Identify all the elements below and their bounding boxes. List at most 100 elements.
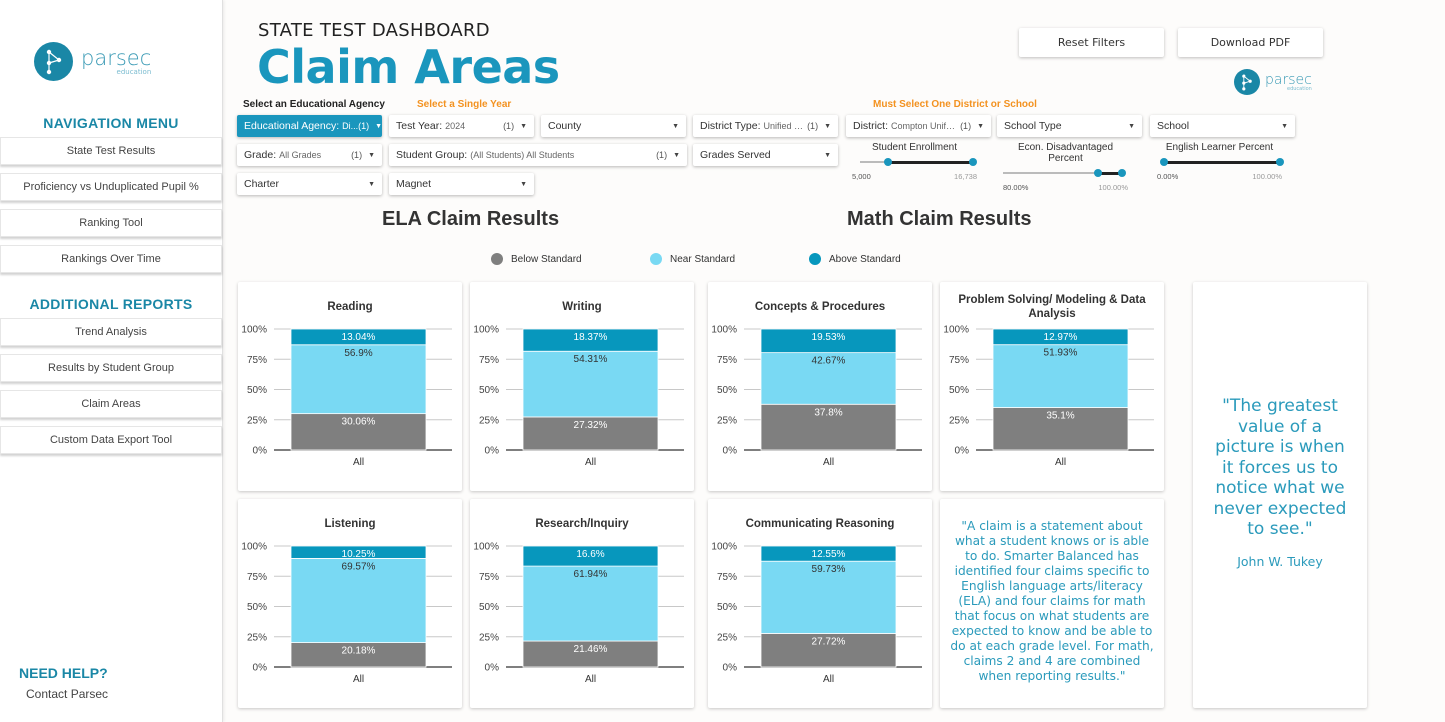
data-label: 42.67% — [812, 356, 846, 367]
dropdown-value: Compton Unified — [891, 121, 957, 131]
dropdown-name: County — [548, 120, 582, 132]
data-label: 12.55% — [812, 549, 846, 560]
y-tick-label: 25% — [247, 415, 267, 426]
slider-high-handle[interactable] — [1118, 168, 1126, 177]
x-tick-label: All — [353, 674, 364, 685]
caret-down-icon: ▼ — [375, 122, 382, 130]
contact-parsec-link[interactable]: Contact Parsec — [26, 687, 108, 701]
dropdown-count: (1) — [656, 150, 668, 160]
slider-low-handle[interactable] — [1160, 157, 1168, 166]
y-tick-label: 25% — [479, 632, 499, 643]
y-tick-label: 100% — [241, 325, 267, 336]
data-label: 27.32% — [574, 420, 608, 431]
dropdown-count: (1) — [807, 121, 819, 131]
grade-dropdown[interactable]: Grade: All Grades (1) ▼ — [237, 144, 382, 166]
y-tick-label: 100% — [241, 542, 267, 553]
slider-track[interactable] — [1003, 168, 1126, 177]
slider-track[interactable] — [860, 157, 977, 166]
student-enrollment-slider[interactable]: Student Enrollment 5,000 16,738 — [852, 142, 977, 181]
y-tick-label: 50% — [479, 602, 499, 613]
data-label: 54.31% — [574, 354, 608, 365]
parsec-logo-word: parsec — [81, 45, 152, 70]
stacked-bar-chart: Reading 0% 25% 50% 75% 100% 30.06% 56.9% 13.04% A… — [241, 301, 452, 468]
school-dropdown[interactable]: School ▼ — [1150, 115, 1295, 137]
educational-agency-dropdown[interactable]: Educational Agency: Di... (1) ▼ — [237, 115, 382, 137]
stacked-bar-chart: Listening 0% 25% 50% 75% 100% 20.18% 69.57%10.2… — [241, 518, 452, 685]
nav-claim-areas[interactable]: Claim Areas — [0, 390, 222, 418]
quote-text: "The greatest value of a picture is when… — [1213, 396, 1347, 539]
y-tick-label: 75% — [247, 355, 267, 366]
chart-title: Listening — [324, 518, 375, 530]
parsec-logo-word: parsec — [1265, 71, 1312, 88]
county-dropdown[interactable]: County ▼ — [541, 115, 686, 137]
dropdown-value: 2024 — [445, 121, 466, 131]
nav-custom-data-export-tool[interactable]: Custom Data Export Tool — [0, 426, 222, 454]
nav-proficiency-vs-unduplicated[interactable]: Proficiency vs Unduplicated Pupil % — [0, 173, 222, 201]
nav-ranking-tool[interactable]: Ranking Tool — [0, 209, 222, 237]
y-tick-label: 75% — [479, 572, 499, 583]
reset-filters-button[interactable]: Reset Filters — [1019, 28, 1164, 57]
parsec-logo[interactable]: parsec education — [34, 42, 151, 81]
chart-title: Writing — [562, 301, 601, 313]
legend-near-standard: Near Standard — [650, 253, 735, 265]
slider-max-value: 16,738 — [954, 172, 977, 181]
nav-results-by-student-group[interactable]: Results by Student Group — [0, 354, 222, 382]
caret-down-icon: ▼ — [1128, 122, 1135, 130]
grades-served-dropdown[interactable]: Grades Served ▼ — [693, 144, 838, 166]
district-dropdown[interactable]: District: Compton Unified (1) ▼ — [846, 115, 991, 137]
district-type-dropdown[interactable]: District Type:Unified Sc...(1)▼ — [693, 115, 838, 137]
dropdown-name: Charter — [244, 178, 280, 190]
caret-down-icon: ▼ — [368, 151, 375, 159]
dropdown-name: School — [1157, 120, 1190, 132]
y-tick-label: 100% — [943, 325, 969, 336]
nav-state-test-results[interactable]: State Test Results — [0, 137, 222, 165]
magnet-dropdown[interactable]: Magnet ▼ — [389, 173, 534, 195]
slider-fill — [1164, 160, 1280, 164]
x-tick-label: All — [353, 457, 364, 468]
y-tick-label: 100% — [473, 325, 499, 336]
data-label: 69.57% — [342, 561, 376, 572]
sidebar: parsec education NAVIGATION MENU State T… — [0, 0, 223, 722]
claim-note-text: "A claim is a statement about what a stu… — [950, 519, 1154, 683]
data-label: 59.73% — [812, 564, 846, 575]
slider-min-value: 5,000 — [852, 172, 871, 181]
y-tick-label: 0% — [485, 663, 500, 674]
dropdown-name: Grades Served — [700, 149, 771, 161]
chart-card-problem-solving: Problem Solving/ Modeling & Data Analysis… — [940, 282, 1164, 491]
slider-low-handle[interactable] — [884, 157, 893, 166]
dropdown-name: School Type — [1004, 120, 1062, 132]
slider-label: Student Enrollment — [871, 142, 958, 153]
nav-rankings-over-time[interactable]: Rankings Over Time — [0, 245, 222, 273]
school-type-dropdown[interactable]: School Type ▼ — [997, 115, 1142, 137]
dashboard-supertitle: STATE TEST DASHBOARD — [258, 20, 490, 41]
slider-high-handle[interactable] — [1276, 157, 1284, 166]
need-help-heading: NEED HELP? — [19, 665, 108, 681]
econ-disadvantaged-slider[interactable]: Econ. Disadvantaged Percent 80.00% 100.00… — [1003, 142, 1128, 192]
test-year-dropdown[interactable]: Test Year:2024 (1) ▼ — [389, 115, 534, 137]
y-tick-label: 25% — [479, 415, 499, 426]
data-label: 61.94% — [574, 569, 608, 580]
chart-title: Problem Solving/ Modeling & Data — [958, 294, 1146, 306]
data-label: 35.1% — [1046, 411, 1074, 422]
x-tick-label: All — [823, 457, 834, 468]
data-label: 13.04% — [342, 332, 376, 343]
english-learner-slider[interactable]: English Learner Percent 0.00% 100.00% — [1157, 142, 1284, 181]
data-label: 20.18% — [342, 646, 376, 657]
legend-above-standard: Above Standard — [809, 253, 901, 265]
slider-label: English Learner Percent — [1165, 142, 1274, 153]
y-tick-label: 25% — [949, 415, 969, 426]
district-filter-label: Must Select One District or School — [873, 99, 1037, 110]
legend-swatch — [491, 253, 503, 265]
legend-swatch — [650, 253, 662, 265]
dropdown-name: District Type — [700, 120, 758, 132]
x-tick-label: All — [823, 674, 834, 685]
nav-trend-analysis[interactable]: Trend Analysis — [0, 318, 222, 346]
caret-down-icon: ▼ — [977, 122, 984, 130]
download-pdf-button[interactable]: Download PDF — [1178, 28, 1323, 57]
student-group-dropdown[interactable]: Student Group: (All Students) All Student… — [389, 144, 687, 166]
charter-dropdown[interactable]: Charter ▼ — [237, 173, 382, 195]
slider-low-handle[interactable] — [1094, 168, 1103, 177]
slider-high-handle[interactable] — [969, 157, 977, 166]
slider-track[interactable] — [1160, 157, 1284, 166]
stacked-bar-chart: Research/Inquiry 0% 25% 50% 75% 100% 21.46% 61.… — [473, 518, 684, 685]
